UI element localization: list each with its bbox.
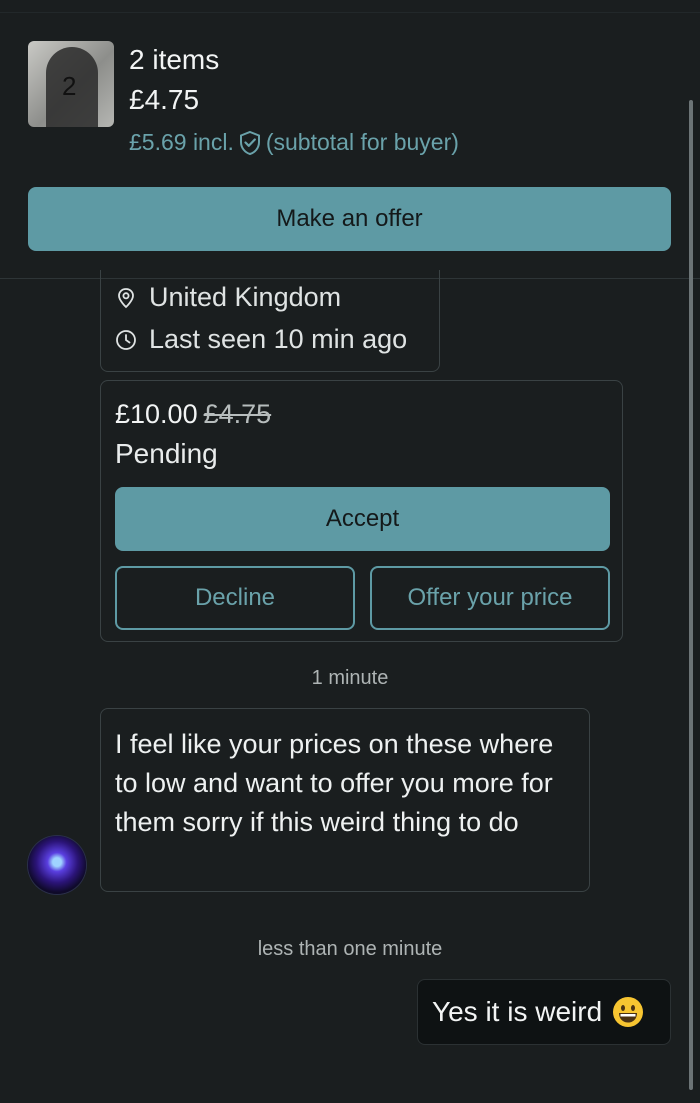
offer-your-price-button[interactable]: Offer your price bbox=[370, 566, 610, 630]
location-text: United Kingdom bbox=[149, 282, 342, 312]
listing-price: £4.75 bbox=[129, 84, 200, 115]
listing-header: 2 2 items £4.75 £5.69 incl. (subtotal fo… bbox=[0, 13, 700, 279]
offer-card: £10.00 £4.75 Pending Accept Decline Offer… bbox=[100, 380, 623, 642]
thumbnail-count: 2 bbox=[62, 71, 77, 101]
location-pin-icon bbox=[118, 287, 134, 308]
subtotal-note: (subtotal for buyer) bbox=[265, 129, 459, 155]
offer-old-price: £4.75 bbox=[203, 399, 272, 429]
profile-info-card: United Kingdom Last seen 10 min ago bbox=[100, 270, 440, 372]
incl-price: £5.69 incl. bbox=[129, 129, 234, 155]
offer-new-price: £10.00 bbox=[115, 399, 198, 429]
make-offer-button[interactable]: Make an offer bbox=[28, 187, 671, 251]
message-timestamp: less than one minute bbox=[257, 938, 443, 960]
offer-prices: £10.00 £4.75 bbox=[115, 399, 271, 430]
sender-avatar[interactable] bbox=[28, 836, 86, 894]
incoming-message: I feel like your prices on these where t… bbox=[100, 708, 590, 892]
grinning-face-emoji-icon bbox=[613, 997, 644, 1027]
buyer-protection-price[interactable]: £5.69 incl. (subtotal for buyer) bbox=[129, 129, 459, 156]
outgoing-message-text: Yes it is weird bbox=[432, 996, 603, 1027]
location-row: United Kingdom bbox=[115, 282, 341, 313]
last-seen-row: Last seen 10 min ago bbox=[115, 324, 407, 355]
decline-button[interactable]: Decline bbox=[115, 566, 355, 630]
message-timestamp: 1 minute bbox=[311, 667, 389, 689]
accept-button[interactable]: Accept bbox=[115, 487, 610, 551]
offer-status: Pending bbox=[115, 438, 218, 469]
shield-check-icon bbox=[239, 130, 260, 155]
outgoing-message: Yes it is weird bbox=[417, 979, 671, 1045]
clock-icon bbox=[116, 329, 136, 350]
items-count: 2 items bbox=[129, 44, 220, 75]
last-seen-text: Last seen 10 min ago bbox=[149, 324, 408, 354]
item-thumbnail[interactable]: 2 bbox=[28, 41, 114, 127]
